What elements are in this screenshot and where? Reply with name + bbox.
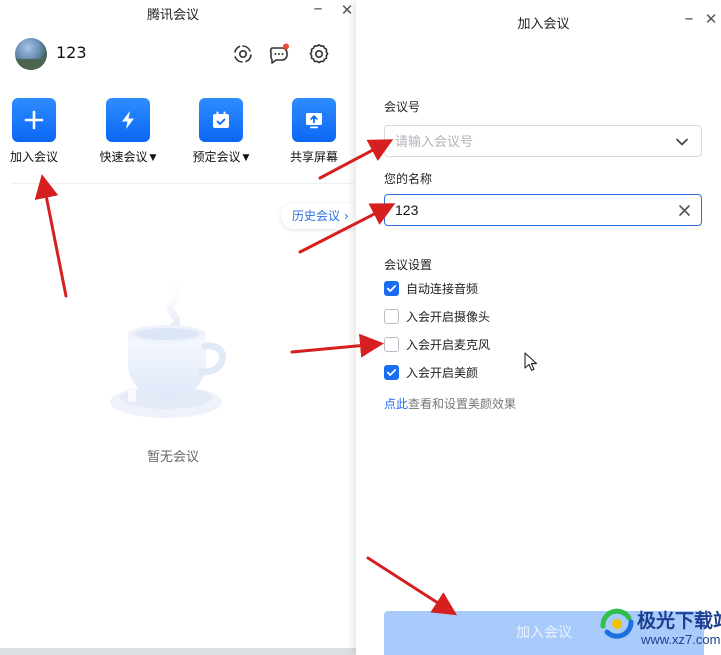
clear-icon[interactable] <box>678 204 691 217</box>
quick-meeting-label: 快速会议 <box>99 150 148 164</box>
quick-meeting-action[interactable]: 快速会议 ▼ <box>83 98 173 165</box>
share-tile[interactable] <box>292 98 336 142</box>
quick-actions: 加入会议 快速会议 ▼ 预定会议 ▼ 共享屏幕 <box>0 98 366 168</box>
user-header: 123 <box>15 38 345 70</box>
join-meeting-dialog: 加入会议 – ✕ 会议号 您的名称 会议设置 自动连接音频 入会开启摄像头 入会… <box>356 0 721 655</box>
share-screen-action[interactable]: 共享屏幕 <box>269 98 359 165</box>
schedule-meeting-label: 预定会议 <box>192 150 241 164</box>
main-titlebar: 腾讯会议 – ✕ <box>0 0 365 28</box>
microphone-label: 入会开启麦克风 <box>406 337 491 352</box>
aurora-logo-icon <box>600 608 634 639</box>
schedule-meeting-action[interactable]: 预定会议 ▼ <box>176 98 266 165</box>
history-meetings-button[interactable]: 历史会议 › <box>281 203 361 229</box>
watermark-name: 极光下载站 <box>637 610 721 632</box>
join-tile[interactable] <box>12 98 56 142</box>
ai-assistant-icon[interactable] <box>231 42 255 66</box>
history-meetings-label: 历史会议 <box>292 209 341 223</box>
message-icon[interactable] <box>267 42 291 66</box>
join-meeting-action[interactable]: 加入会议 <box>0 98 79 165</box>
check-icon <box>386 368 397 376</box>
beauty-settings-hint: 点此查看和设置美颜效果 <box>384 395 516 412</box>
dialog-title: 加入会议 <box>517 17 570 32</box>
join-meeting-label: 加入会议 <box>9 150 58 164</box>
chevron-right-icon: › <box>344 209 349 223</box>
minimize-button[interactable]: – <box>679 8 699 29</box>
empty-state-text: 暂无会议 <box>146 450 199 465</box>
beauty-checkbox[interactable] <box>384 364 399 380</box>
main-window: 腾讯会议 – ✕ 123 加入会议 快速会议 ▼ 预定会议 ▼ 共享屏幕 历史会… <box>0 0 366 648</box>
auto-audio-option[interactable]: 自动连接音频 <box>384 279 478 297</box>
beauty-option[interactable]: 入会开启美颜 <box>384 363 478 381</box>
meeting-number-label: 会议号 <box>384 100 421 114</box>
microphone-option[interactable]: 入会开启麦克风 <box>384 335 490 353</box>
name-field[interactable] <box>384 194 702 226</box>
plus-icon <box>24 110 44 130</box>
chevron-down-icon[interactable] <box>675 135 689 149</box>
share-screen-icon <box>306 113 322 129</box>
mouse-cursor-icon <box>524 352 538 371</box>
lightning-icon <box>122 111 134 129</box>
chevron-down-icon[interactable]: ▼ <box>150 153 157 163</box>
name-label: 您的名称 <box>384 172 433 186</box>
gear-icon[interactable] <box>307 42 331 66</box>
beauty-settings-link[interactable]: 点此 <box>384 397 408 411</box>
avatar[interactable] <box>15 38 47 70</box>
main-window-title: 腾讯会议 <box>146 8 199 23</box>
auto-audio-label: 自动连接音频 <box>406 281 479 296</box>
site-watermark: 极光下载站 www.xz7.com <box>597 604 721 652</box>
share-screen-label: 共享屏幕 <box>289 150 338 164</box>
divider <box>12 183 354 184</box>
username: 123 <box>56 43 87 62</box>
watermark-url: www.xz7.com <box>641 632 721 647</box>
microphone-checkbox[interactable] <box>384 336 399 352</box>
minimize-button[interactable]: – <box>308 0 328 19</box>
meeting-number-combobox[interactable] <box>384 125 702 157</box>
camera-option[interactable]: 入会开启摄像头 <box>384 307 490 325</box>
close-button[interactable]: ✕ <box>337 1 357 19</box>
meeting-settings-label: 会议设置 <box>384 258 433 272</box>
name-input[interactable] <box>395 195 665 225</box>
meeting-number-input[interactable] <box>395 126 665 156</box>
beauty-label: 入会开启美颜 <box>406 365 479 380</box>
schedule-tile[interactable] <box>199 98 243 142</box>
camera-label: 入会开启摄像头 <box>406 309 491 324</box>
close-button[interactable]: ✕ <box>701 10 721 28</box>
auto-audio-checkbox[interactable] <box>384 280 399 296</box>
calendar-icon <box>213 111 229 128</box>
check-icon <box>386 284 397 292</box>
screenshot-stage: 腾讯会议 – ✕ 123 加入会议 快速会议 ▼ 预定会议 ▼ 共享屏幕 历史会… <box>0 0 721 655</box>
coffee-cup-illustration <box>110 272 226 418</box>
quick-tile[interactable] <box>106 98 150 142</box>
beauty-settings-text: 查看和设置美颜效果 <box>408 397 517 411</box>
chevron-down-icon[interactable]: ▼ <box>243 153 250 163</box>
camera-checkbox[interactable] <box>384 308 399 324</box>
